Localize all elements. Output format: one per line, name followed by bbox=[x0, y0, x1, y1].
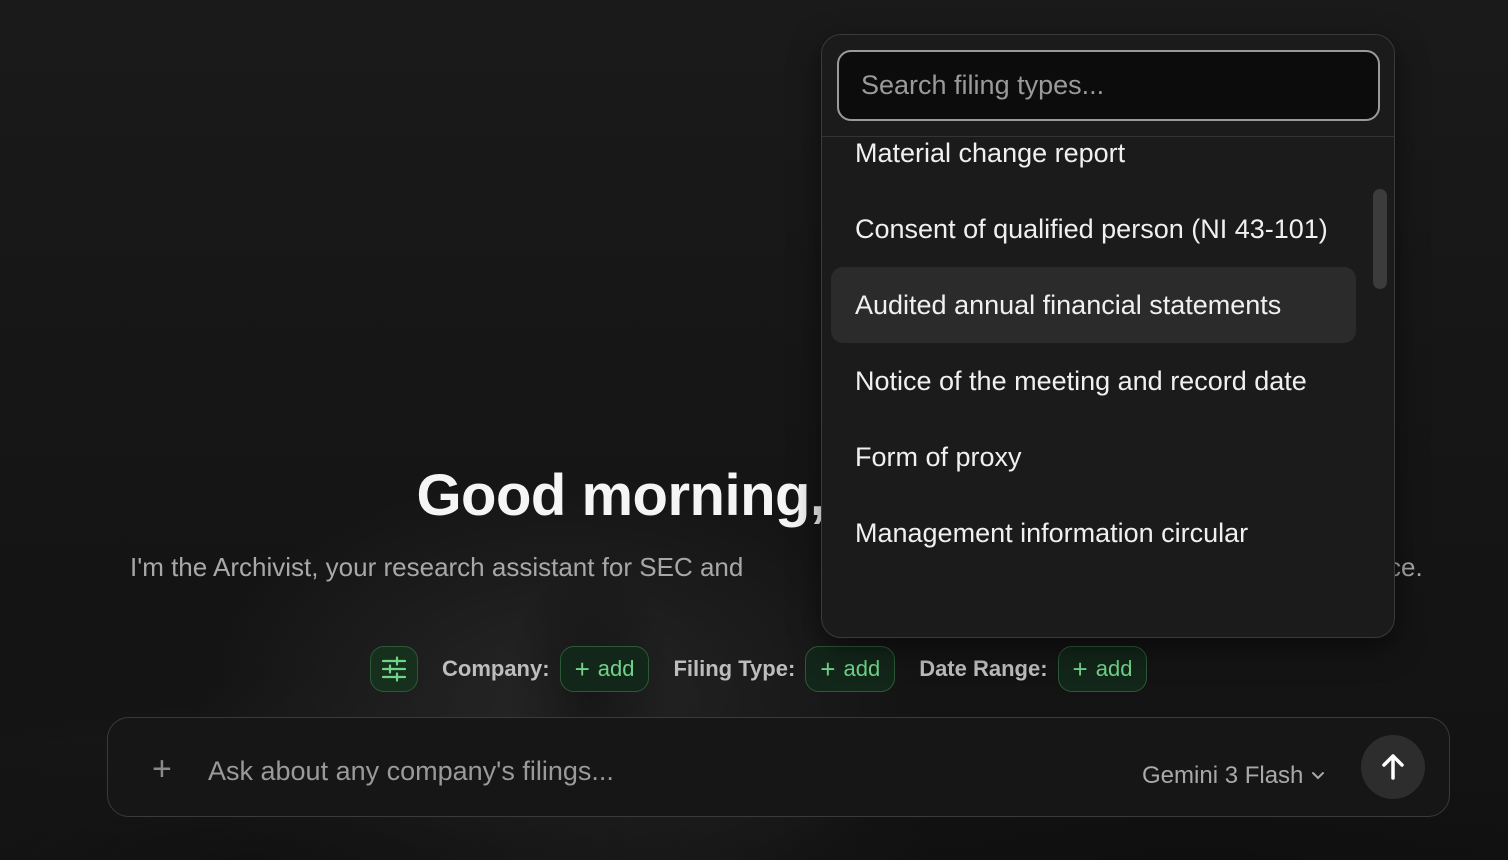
dropdown-scrollbar[interactable] bbox=[1373, 189, 1387, 289]
filing-type-option[interactable]: Notice of the meeting and record date bbox=[831, 343, 1356, 419]
company-add-button[interactable]: + add bbox=[559, 646, 650, 692]
date-range-filter-label: Date Range: bbox=[919, 656, 1048, 681]
chevron-down-icon bbox=[1312, 772, 1325, 780]
plus-icon: + bbox=[1072, 654, 1088, 684]
date-range-add-button[interactable]: + add bbox=[1057, 646, 1148, 692]
filing-type-filter-label: Filing Type: bbox=[673, 656, 796, 681]
arrow-up-icon bbox=[1382, 754, 1404, 780]
filing-type-option[interactable]: Audited annual financial statements bbox=[831, 267, 1356, 343]
sliders-icon bbox=[381, 656, 407, 682]
company-add-label: add bbox=[597, 656, 635, 681]
subtitle-left: I'm the Archivist, your research assista… bbox=[130, 552, 744, 582]
filing-type-option[interactable]: Form of proxy bbox=[831, 419, 1356, 495]
filing-type-option[interactable]: Consent of qualified person (NI 43-101) bbox=[831, 191, 1356, 267]
dropdown-search-area bbox=[822, 35, 1394, 137]
filing-type-search-input[interactable] bbox=[837, 50, 1380, 121]
filing-type-list[interactable]: Material change report Consent of qualifi… bbox=[822, 137, 1394, 637]
date-range-add-label: add bbox=[1095, 656, 1133, 681]
plus-icon: + bbox=[820, 654, 836, 684]
filing-type-dropdown: Material change reportConsent of qualifi… bbox=[821, 34, 1395, 638]
greeting-text: Good morning, bbox=[416, 463, 826, 528]
filing-type-option[interactable]: Material change report bbox=[831, 137, 1356, 191]
app-background: Good morning, I'm the Archivist, your re… bbox=[0, 0, 1508, 860]
company-filter-label: Company: bbox=[442, 656, 550, 681]
plus-icon: + bbox=[574, 654, 590, 684]
filing-type-add-button[interactable]: + add bbox=[805, 646, 896, 692]
filing-type-option[interactable]: Management information circular bbox=[831, 495, 1356, 571]
send-button[interactable] bbox=[1361, 735, 1425, 799]
filter-row: Company: + add Filing Type: + add Date R… bbox=[370, 646, 1148, 692]
model-name: Gemini 3 Flash bbox=[1142, 762, 1304, 789]
chat-input[interactable]: Ask about any company's filings... bbox=[208, 756, 614, 787]
attach-plus-icon[interactable]: + bbox=[152, 752, 172, 786]
model-selector[interactable]: Gemini 3 Flash bbox=[1142, 762, 1325, 790]
filter-settings-button[interactable] bbox=[370, 646, 418, 692]
filing-type-add-label: add bbox=[843, 656, 881, 681]
chat-composer: + Ask about any company's filings... Gem… bbox=[107, 717, 1450, 817]
